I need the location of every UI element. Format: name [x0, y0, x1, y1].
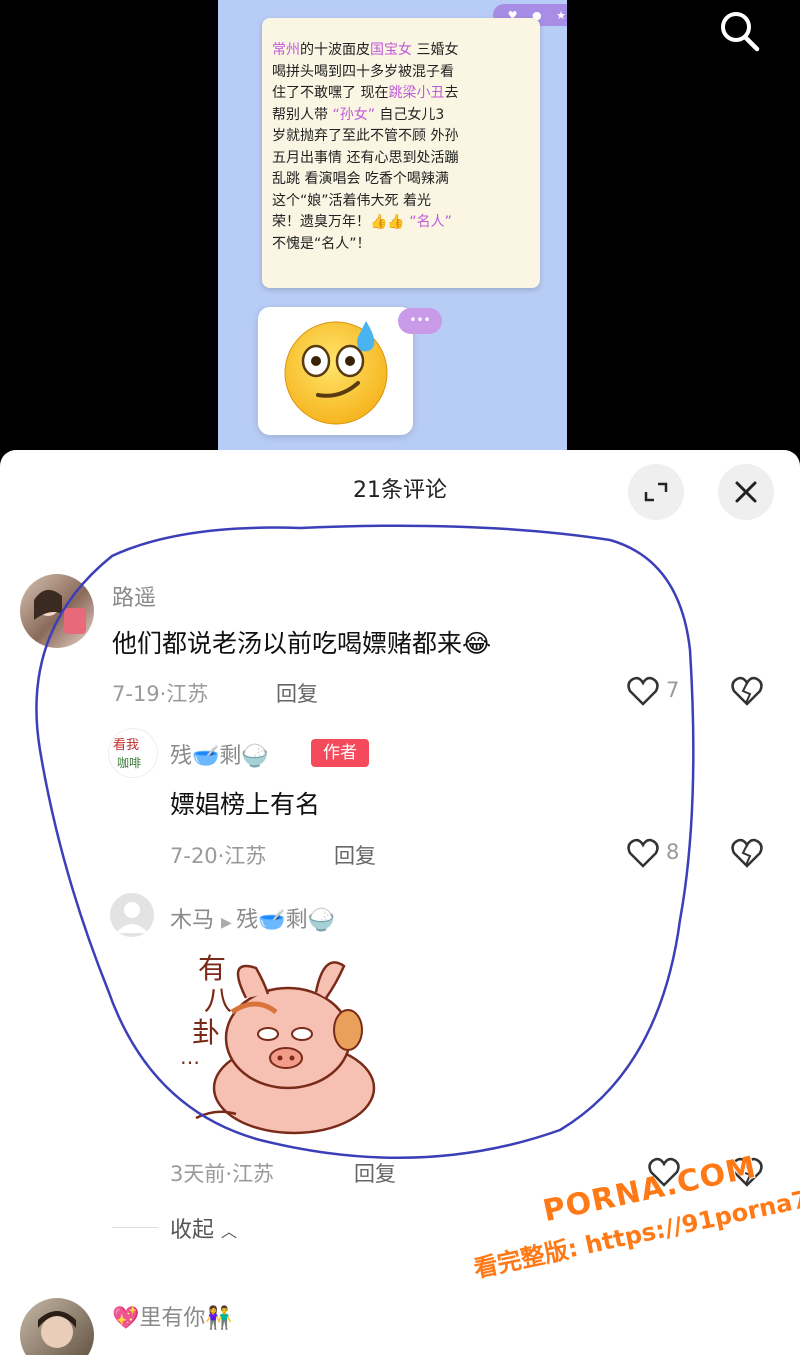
avatar[interactable] [110, 893, 154, 937]
avatar[interactable] [20, 574, 94, 648]
avatar[interactable]: 看我 咖啡 [108, 728, 158, 778]
note-text: 常州的十波面皮国宝女 三婚女 喝拼头喝到四十多岁被混子看 住了不敢嘿了 现在跳梁小丑… [272, 40, 530, 255]
comment-author-line: 木马 ▶ 残🥣剩🍚 [170, 902, 335, 934]
search-button[interactable] [714, 6, 762, 54]
svg-text:八: 八 [204, 984, 232, 1017]
collapse-replies-button[interactable]: 收起 ︿ [170, 1212, 237, 1244]
like-count: 8 [666, 840, 680, 864]
note-line: 五月出事情 还有心思到处活蹦 [272, 148, 530, 170]
note-line: 常州的十波面皮国宝女 三婚女 [272, 40, 530, 62]
comment-location: 江苏 [232, 1162, 275, 1186]
comment-meta: 3天前·江苏 [170, 1158, 274, 1188]
note-segment: 自己女儿3 [374, 106, 445, 123]
note-segment: 三婚女 [412, 42, 459, 58]
comment-text: 他们都说老汤以前吃喝嫖赌都来😂 [112, 629, 492, 658]
author-badge: 作者 [311, 739, 369, 767]
comment-meta: 7-19·江苏 [112, 678, 208, 708]
note-highlight: 国宝女 [370, 42, 412, 58]
reply-to-author[interactable]: 残🥣剩🍚 [236, 908, 335, 933]
chat-bubble-icon: ••• [398, 308, 442, 334]
note-line: 岁就抛弃了至此不管不顾 外孙 [272, 126, 530, 148]
video-player[interactable]: ♥ ● ★ ➦ ◆ ⋯ 常州的十波面皮国宝女 三婚女喝拼头喝到四十多岁被混子看住… [0, 0, 800, 450]
chevron-up-icon: ︿ [221, 1222, 238, 1241]
note-segment: 乱跳 看演唱会 吃香个喝辣满 [272, 171, 449, 187]
video-frame: ♥ ● ★ ➦ ◆ ⋯ 常州的十波面皮国宝女 三婚女喝拼头喝到四十多岁被混子看住… [218, 0, 567, 450]
like-count: 7 [666, 678, 680, 702]
comment-date: 7-19 [112, 682, 160, 706]
note-segment: 五月出事情 还有心思到处活蹦 [272, 149, 459, 166]
note-segment: 这个“娘”活着伟大死 着光 [272, 192, 431, 209]
comment-location: 江苏 [224, 844, 267, 868]
broken-heart-icon[interactable] [731, 676, 763, 706]
note-line: 喝拼头喝到四十多岁被混子看 [272, 62, 530, 84]
sweat-smile-emoji-icon [284, 321, 388, 425]
note-segment: 不愧是“名人”！ [272, 235, 371, 252]
avatar-image [34, 589, 86, 634]
divider [112, 1227, 158, 1228]
expand-button[interactable] [628, 464, 684, 520]
comment-location: 江苏 [166, 682, 209, 706]
svg-text:看我: 看我 [113, 737, 139, 753]
note-line: 不愧是“名人”！ [272, 234, 530, 256]
note-segment: 帮别人带 [272, 106, 333, 123]
comment-date: 3天前 [170, 1162, 226, 1186]
note-highlight: “名人” [409, 214, 452, 230]
note-segment: 荣！遗臭万年！👍👍 [272, 214, 410, 230]
svg-text:有: 有 [198, 952, 226, 985]
svg-text:…: … [180, 1045, 200, 1069]
star-icon: ★ [556, 8, 567, 22]
note-segment: 住了不敢嘿了 现在 [272, 85, 389, 101]
avatar[interactable] [20, 1298, 94, 1355]
comment-author[interactable]: 木马 [170, 908, 214, 933]
note-line: 帮别人带 “孙女” 自己女儿3 [272, 105, 530, 127]
note-highlight: 常州 [272, 42, 300, 58]
note-highlight: “孙女” [332, 106, 375, 123]
svg-text:咖啡: 咖啡 [117, 755, 141, 770]
reply-button[interactable]: 回复 [276, 678, 318, 708]
comment-author[interactable]: 残🥣剩🍚 [170, 738, 269, 770]
comment-meta: 7-20·江苏 [170, 840, 266, 870]
comments-panel: 21条评论 路遥 他们都说老汤以前吃喝嫖赌都来😂 7-19·江苏 回复 7 看我… [0, 450, 800, 1355]
comments-title: 21条评论 [353, 478, 447, 503]
expand-icon [644, 482, 668, 502]
comment-date: 7-20 [170, 844, 218, 868]
close-icon [735, 481, 757, 503]
comment-author[interactable]: 💖里有你👫 [112, 1300, 233, 1332]
emoji-card [258, 307, 413, 435]
avatar-image [38, 1311, 76, 1348]
reply-button[interactable]: 回复 [354, 1158, 396, 1188]
comment-author[interactable]: 路遥 [112, 580, 156, 612]
like-heart-icon[interactable] [627, 676, 659, 706]
note-line: 这个“娘”活着伟大死 着光 [272, 191, 530, 213]
pig-sticker-icon: 有 八 卦 … [180, 952, 376, 1135]
sticker: 有 八 卦 … [176, 938, 376, 1138]
note-segment: 岁就抛弃了至此不管不顾 外孙 [272, 128, 459, 144]
default-avatar-icon [116, 902, 148, 933]
note-segment: 的十波面皮 [300, 42, 370, 58]
note-line: 荣！遗臭万年！👍👍 “名人” [272, 212, 530, 234]
avatar-image: 看我 咖啡 [113, 737, 141, 770]
collapse-label: 收起 [170, 1218, 215, 1243]
reply-button[interactable]: 回复 [334, 840, 376, 870]
broken-heart-icon[interactable] [731, 838, 763, 868]
like-heart-icon[interactable] [627, 838, 659, 868]
comment-text: 嫖娼榜上有名 [170, 790, 321, 819]
reply-arrow-icon: ▶ [221, 915, 237, 931]
note-segment: 喝拼头喝到四十多岁被混子看 [272, 63, 454, 80]
note-card: 常州的十波面皮国宝女 三婚女 喝拼头喝到四十多岁被混子看 住了不敢嘿了 现在跳梁小丑… [262, 18, 540, 288]
note-highlight: 跳梁小丑 [388, 85, 445, 101]
note-line: 乱跳 看演唱会 吃香个喝辣满 [272, 169, 530, 191]
note-line: 住了不敢嘿了 现在跳梁小丑去 [272, 83, 530, 105]
note-segment: 去 [444, 85, 459, 101]
close-button[interactable] [718, 464, 774, 520]
search-icon [721, 12, 760, 52]
